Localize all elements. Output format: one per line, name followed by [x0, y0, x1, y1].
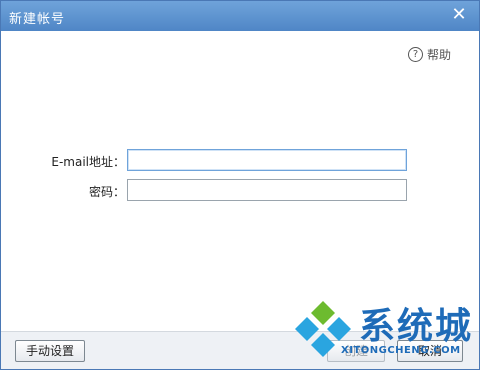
- title-bar[interactable]: 新建帐号 ✕: [1, 1, 479, 31]
- password-field[interactable]: [127, 179, 407, 201]
- password-label: 密码：: [88, 185, 125, 199]
- close-icon[interactable]: ✕: [449, 5, 469, 25]
- email-label: E-mail地址：: [51, 155, 125, 169]
- help-icon: ?: [407, 47, 423, 62]
- help-label: 帮助: [426, 48, 451, 62]
- email-field[interactable]: [127, 149, 407, 171]
- help-link[interactable]: ? 帮助: [407, 46, 451, 63]
- password-row: 密码：: [1, 179, 479, 203]
- dialog-title: 新建帐号: [9, 12, 66, 27]
- new-account-dialog: 新建帐号 ✕ ? 帮助 E-mail地址： 密码： 手动设置 创建 取消 系统城…: [0, 0, 480, 370]
- manual-settings-button[interactable]: 手动设置: [15, 340, 85, 362]
- email-row: E-mail地址：: [1, 149, 479, 173]
- create-button[interactable]: 创建: [327, 340, 385, 362]
- cancel-button[interactable]: 取消: [397, 340, 463, 362]
- dialog-footer: 手动设置 创建 取消: [1, 331, 479, 369]
